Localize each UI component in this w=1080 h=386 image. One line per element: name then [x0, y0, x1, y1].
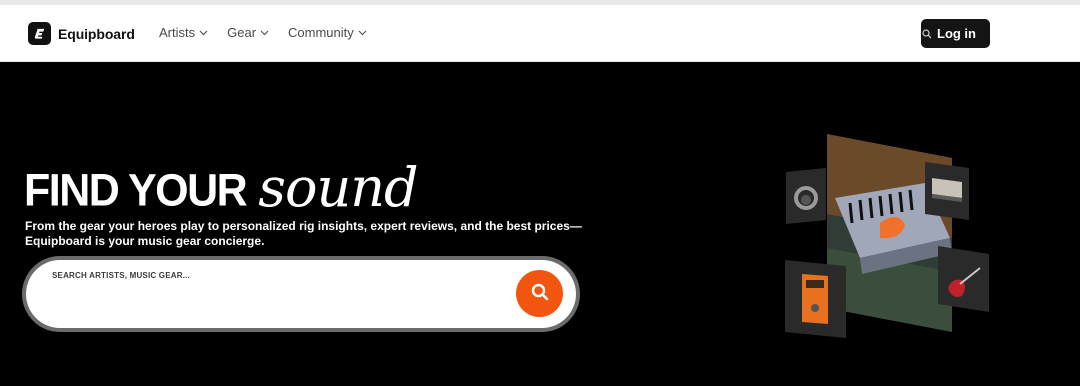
headphones-icon: [786, 168, 826, 224]
site-header: Equipboard Artists Gear Community Log in: [0, 5, 1080, 62]
hero-search-bar: [22, 256, 580, 332]
headline-main: FIND YOUR: [24, 165, 248, 217]
chevron-down-icon: [358, 30, 367, 36]
chevron-down-icon: [199, 30, 208, 36]
search-input[interactable]: [52, 271, 492, 280]
main-nav: Artists Gear Community: [159, 25, 386, 40]
search-icon: [922, 27, 932, 42]
nav-item-gear[interactable]: Gear: [227, 25, 269, 40]
headline-script: sound: [258, 156, 418, 219]
hero-headline: FIND YOUR sound: [24, 145, 419, 219]
search-field-container: [26, 260, 576, 328]
brand-name: Equipboard: [58, 25, 135, 42]
nav-item-label: Community: [288, 25, 354, 40]
nav-item-label: Gear: [227, 25, 257, 40]
search-button[interactable]: [516, 270, 563, 317]
search-icon: [530, 282, 550, 305]
login-label: Log in: [937, 26, 976, 41]
hero-subtitle: From the gear your heroes play to person…: [25, 219, 582, 248]
nav-item-label: Artists: [159, 25, 196, 40]
nav-item-artists[interactable]: Artists: [159, 25, 208, 40]
login-button[interactable]: Log in: [921, 19, 990, 48]
brand-logo-link[interactable]: Equipboard: [28, 22, 135, 45]
chevron-down-icon: [260, 30, 269, 36]
pedal-icon: [785, 260, 846, 338]
guitar-icon: [938, 246, 989, 312]
logo-icon: [28, 22, 51, 45]
nav-item-community[interactable]: Community: [288, 25, 367, 40]
gear-collage: [780, 128, 1000, 348]
amplifier-icon: [925, 162, 969, 220]
hero-section: FIND YOUR sound From the gear your heroe…: [0, 63, 1080, 386]
